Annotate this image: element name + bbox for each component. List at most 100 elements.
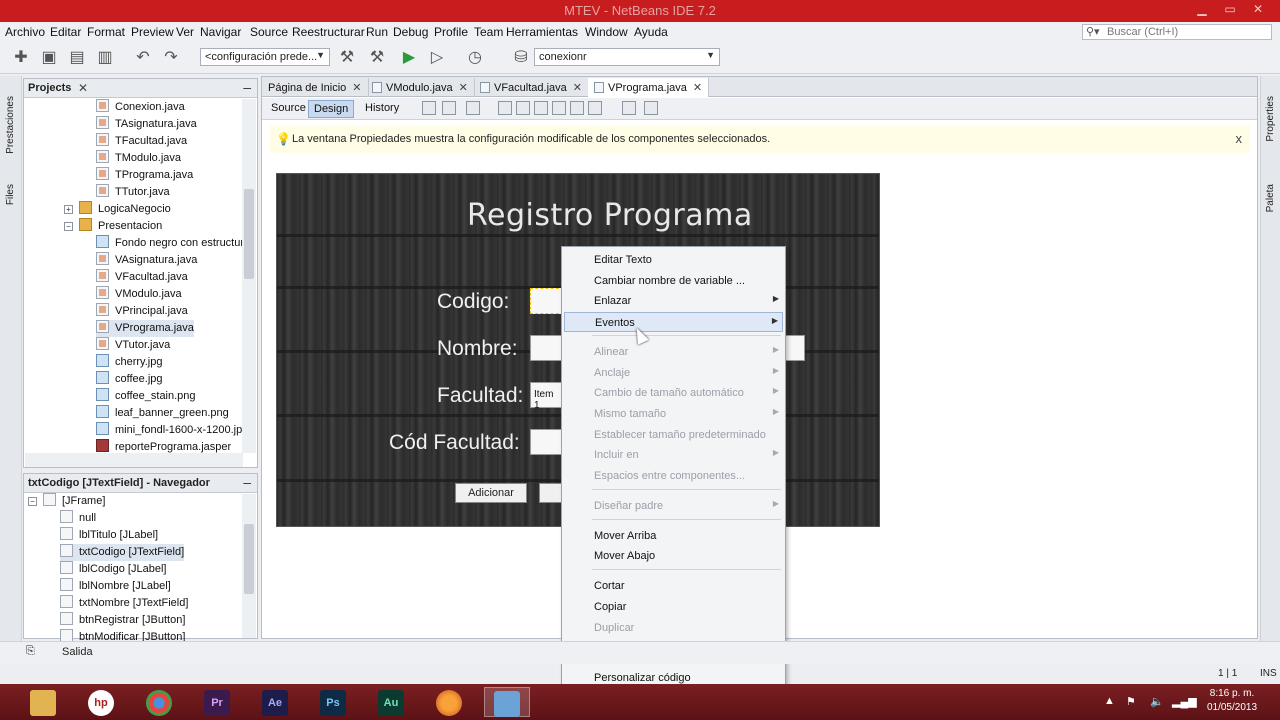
maximize-button[interactable]: ▭ — [1220, 2, 1240, 18]
tree-item[interactable]: VTutor.java — [96, 337, 170, 354]
menu-item-editar-texto[interactable]: Editar Texto — [564, 250, 783, 270]
nombre-label[interactable]: Nombre: — [437, 337, 518, 361]
undo-icon[interactable]: ↶ — [132, 47, 154, 69]
menu-item-cambio-de-tamaño-automático[interactable]: Cambio de tamaño automático ▶ — [564, 383, 783, 403]
menu-source[interactable]: Source — [250, 25, 288, 39]
configuration-select[interactable]: <configuración prede... ▼ — [200, 48, 330, 66]
menu-navigar[interactable]: Navigar — [200, 25, 241, 39]
navigator-item[interactable]: txtCodigo [JTextField] — [60, 544, 185, 561]
tab-vprograma-java[interactable]: VPrograma.java ✕ — [588, 78, 710, 97]
menu-item-eventos[interactable]: Eventos ▶ — [564, 312, 783, 332]
redo-icon[interactable]: ↷ — [160, 47, 182, 69]
menu-ver[interactable]: Ver — [176, 25, 194, 39]
tree-item[interactable]: coffee_stain.png — [96, 388, 196, 405]
projects-hscrollbar[interactable] — [25, 453, 243, 467]
menu-window[interactable]: Window — [585, 25, 628, 39]
menu-editar[interactable]: Editar — [50, 25, 81, 39]
new-file-icon[interactable]: ✚ — [10, 47, 32, 69]
connection-select[interactable]: conexionr ▼ — [534, 48, 720, 66]
menu-item-incluir-en[interactable]: Incluir en ▶ — [564, 445, 783, 465]
close-tab-icon[interactable]: ✕ — [459, 82, 468, 94]
navigator-item[interactable]: − [JFrame] — [28, 493, 105, 510]
connection-mode-icon[interactable] — [442, 101, 456, 115]
debug-icon[interactable]: ▷ — [426, 47, 448, 69]
menu-item-copiar[interactable]: Copiar — [564, 597, 783, 617]
history-button[interactable]: History — [360, 100, 404, 118]
tree-item[interactable]: VAsignatura.java — [96, 252, 197, 269]
minimize-panel-icon[interactable]: – — [243, 474, 251, 490]
menu-ayuda[interactable]: Ayuda — [634, 25, 668, 39]
projects-scrollbar[interactable] — [242, 99, 256, 453]
cod-facultad-field[interactable] — [530, 429, 564, 455]
tab-files[interactable]: Files — [5, 184, 16, 205]
menu-preview[interactable]: Preview — [131, 25, 174, 39]
adicionar-button[interactable]: Adicionar — [455, 483, 527, 503]
after-effects-icon[interactable]: Ae — [252, 687, 298, 717]
codigo-field[interactable] — [530, 288, 564, 314]
navigator-item[interactable]: null — [60, 510, 96, 527]
selection-mode-icon[interactable] — [422, 101, 436, 115]
resize-horizontal-icon[interactable] — [622, 101, 636, 115]
tab-p-gina-de-inicio[interactable]: Página de Inicio ✕ — [262, 78, 369, 97]
align-top-icon[interactable] — [552, 101, 566, 115]
preview-icon[interactable] — [466, 101, 480, 115]
menu-debug[interactable]: Debug — [393, 25, 428, 39]
align-bottom-icon[interactable] — [570, 101, 584, 115]
form-title-label[interactable]: Registro Programa — [467, 198, 753, 233]
tree-item[interactable]: TTutor.java — [96, 184, 170, 201]
menu-format[interactable]: Format — [87, 25, 125, 39]
tab-prestaciones[interactable]: Prestaciones — [5, 96, 16, 154]
close-icon[interactable]: ✕ — [78, 81, 88, 95]
netbeans-icon[interactable] — [484, 687, 530, 718]
open-project-icon[interactable]: ▤ — [66, 47, 88, 69]
facultad-combo[interactable]: Item 1 — [530, 382, 564, 411]
tree-item[interactable]: + LogicaNegocio — [64, 201, 171, 218]
tray-arrow-icon[interactable]: ▲ — [1104, 695, 1115, 707]
run-icon[interactable]: ▶ — [398, 47, 420, 69]
menu-item-diseñar-padre[interactable]: Diseñar padre ▶ — [564, 496, 783, 516]
tree-item[interactable]: Conexion.java — [96, 99, 185, 116]
tree-item[interactable]: TPrograma.java — [96, 167, 193, 184]
menu-reestructurar[interactable]: Reestructurar — [292, 25, 365, 39]
action-center-icon[interactable]: ⚑ — [1126, 695, 1136, 708]
close-tab-icon[interactable]: ✕ — [573, 82, 582, 94]
close-window-button[interactable]: ✕ — [1248, 2, 1268, 18]
output-tab[interactable]: Salida — [62, 646, 93, 658]
photoshop-icon[interactable]: Ps — [310, 687, 356, 717]
tree-item[interactable]: TAsignatura.java — [96, 116, 197, 133]
expand-toggle-icon[interactable]: − — [64, 222, 73, 231]
system-clock[interactable]: 8:16 p. m. 01/05/2013 — [1192, 687, 1272, 715]
align-left-icon[interactable] — [498, 101, 512, 115]
menu-item-duplicar[interactable]: Duplicar — [564, 618, 783, 638]
chrome-icon[interactable] — [136, 687, 182, 717]
tab-paleta[interactable]: Paleta — [1265, 184, 1276, 212]
scroll-thumb[interactable] — [244, 189, 254, 279]
tree-item[interactable]: leaf_banner_green.png — [96, 405, 229, 422]
menu-archivo[interactable]: Archivo — [5, 25, 45, 39]
menu-item-alinear[interactable]: Alinear ▶ — [564, 342, 783, 362]
menu-item-mover-arriba[interactable]: Mover Arriba — [564, 526, 783, 546]
tab-properties[interactable]: Properties — [1265, 96, 1276, 142]
cod-facultad-label[interactable]: Cód Facultad: — [389, 431, 520, 455]
menu-item-establecer-tamaño-predeterminado[interactable]: Establecer tamaño predeterminado — [564, 425, 783, 445]
menu-item-mover-abajo[interactable]: Mover Abajo — [564, 546, 783, 566]
hp-icon[interactable]: hp — [78, 687, 124, 717]
save-all-icon[interactable]: ▥ — [94, 47, 116, 69]
nombre-field[interactable] — [530, 335, 564, 361]
navigator-item[interactable]: btnRegistrar [JButton] — [60, 612, 185, 629]
tree-item[interactable]: Fondo negro con estructura — [96, 235, 250, 252]
menu-profile[interactable]: Profile — [434, 25, 468, 39]
menu-item-mismo-tamaño[interactable]: Mismo tamaño ▶ — [564, 404, 783, 424]
tree-item[interactable]: coffee.jpg — [96, 371, 163, 388]
firefox-icon[interactable] — [426, 687, 472, 717]
tree-item[interactable]: TModulo.java — [96, 150, 181, 167]
menu-item-espacios-entre-componentes[interactable]: Espacios entre componentes... — [564, 466, 783, 486]
explorer-icon[interactable] — [20, 687, 66, 717]
minimize-panel-icon[interactable]: – — [243, 79, 251, 95]
align-center-icon[interactable] — [534, 101, 548, 115]
source-button[interactable]: Source — [266, 100, 311, 118]
build-icon[interactable]: ⚒ — [336, 47, 358, 69]
align-right-icon[interactable] — [516, 101, 530, 115]
close-tab-icon[interactable]: ✕ — [352, 82, 361, 94]
resize-vertical-icon[interactable] — [644, 101, 658, 115]
